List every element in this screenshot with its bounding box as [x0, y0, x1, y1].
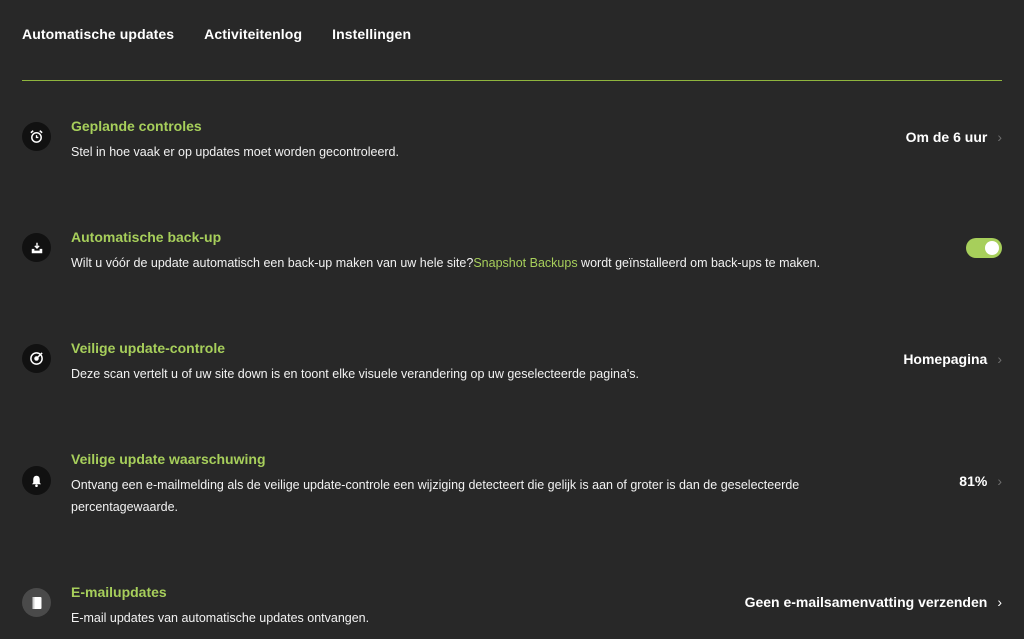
setting-description: E-mail updates van automatische updates … — [71, 611, 370, 625]
setting-title: Geplande controles — [71, 118, 202, 134]
email-summary-value: Geen e-mailsamenvatting verzenden — [744, 594, 988, 610]
setting-description: Ontvang een e-mailmelding als de veilige… — [71, 474, 799, 518]
setting-title: Veilige update-controle — [71, 340, 226, 356]
setting-description: Deze scan vertelt u of uw site down is e… — [71, 367, 639, 381]
setting-row-veilige-update-waarschuwing: Veilige update waarschuwing Ontvang een … — [22, 448, 1002, 518]
backup-description-text: Wilt u vóór de update automatisch een ba… — [71, 256, 474, 270]
backup-download-icon — [22, 233, 51, 262]
alarm-clock-icon — [22, 122, 51, 151]
schedule-frequency-value: Om de 6 uur — [905, 129, 988, 145]
setting-row-e-mailupdates: E-mailupdates E-mail updates van automat… — [22, 581, 1002, 631]
warning-threshold-value: 81% — [959, 473, 988, 489]
chevron-right-icon: › — [997, 351, 1002, 367]
automatic-backup-toggle[interactable] — [966, 238, 1002, 258]
setting-row-automatische-backup: Automatische back-up Wilt u vóór de upda… — [22, 226, 1002, 286]
target-scan-icon — [22, 344, 51, 373]
setting-title: E-mailupdates — [71, 584, 167, 600]
tab-activiteitenlog[interactable]: Activiteitenlog — [204, 26, 302, 42]
warning-description-line1: Ontvang een e-mailmelding als de veilige… — [71, 478, 800, 492]
snapshot-backups-link[interactable]: Snapshot Backups — [473, 256, 577, 270]
tab-divider — [22, 80, 1002, 81]
bell-icon — [22, 466, 51, 495]
tab-instellingen[interactable]: Instellingen — [332, 26, 411, 42]
schedule-frequency-select[interactable]: Om de 6 uur › — [906, 129, 1002, 145]
chevron-right-icon: › — [997, 473, 1002, 489]
email-summary-select[interactable]: Geen e-mailsamenvatting verzenden › — [745, 594, 1002, 610]
setting-title: Automatische back-up — [71, 229, 222, 245]
backup-description-suffix: wordt geïnstalleerd om back-ups te maken… — [577, 256, 821, 270]
setting-description: Wilt u vóór de update automatisch een ba… — [71, 252, 820, 274]
setting-row-geplande-controles: Geplande controles Stel in hoe vaak er o… — [22, 115, 1002, 175]
setting-description: Stel in hoe vaak er op updates moet word… — [71, 145, 399, 159]
tab-automatische-updates[interactable]: Automatische updates — [22, 26, 174, 42]
tab-bar: Automatische updates Activiteitenlog Ins… — [22, 26, 411, 42]
safe-update-page-select[interactable]: Homepagina › — [903, 351, 1002, 367]
toggle-knob — [985, 241, 999, 255]
setting-row-veilige-update-controle: Veilige update-controle Deze scan vertel… — [22, 337, 1002, 397]
document-icon — [22, 588, 51, 617]
safe-update-page-value: Homepagina — [903, 351, 988, 367]
chevron-right-icon: › — [997, 594, 1002, 610]
setting-title: Veilige update waarschuwing — [71, 451, 266, 467]
warning-threshold-select[interactable]: 81% › — [959, 473, 1002, 489]
warning-description-line2: percentagewaarde. — [71, 500, 179, 514]
chevron-right-icon: › — [997, 129, 1002, 145]
